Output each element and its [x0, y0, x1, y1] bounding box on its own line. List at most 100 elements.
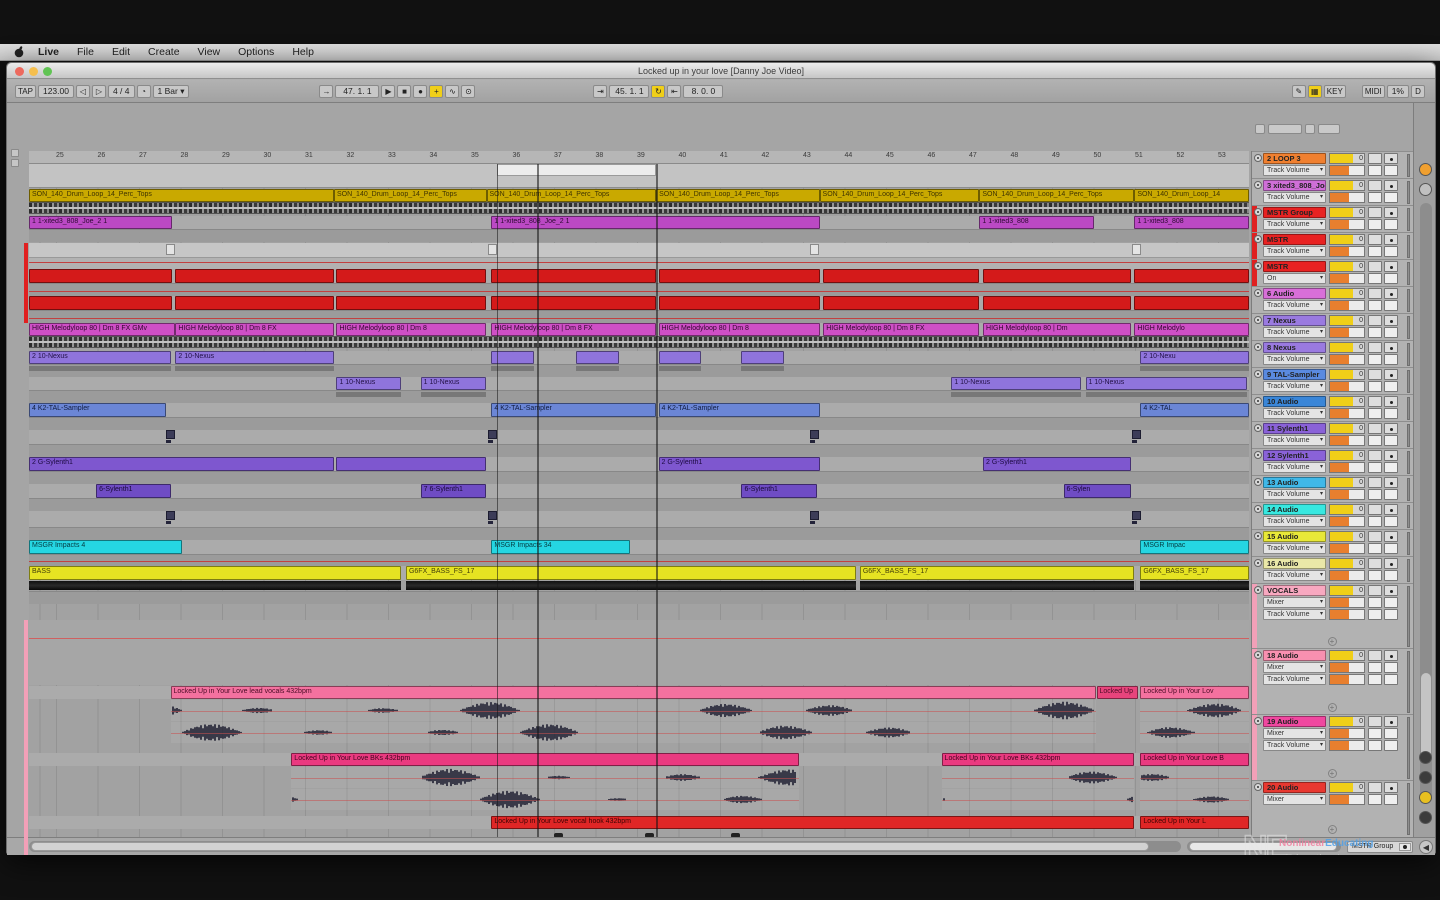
clip[interactable]: SON_140_Drum_Loop_14_Perc_Tops	[820, 189, 980, 202]
corner-icon[interactable]	[11, 149, 19, 157]
track-header[interactable]: MSTR Group0Track Volume▾	[1252, 205, 1413, 232]
group-clip-marker[interactable]	[1132, 244, 1141, 255]
automation-control-chooser[interactable]: Track Volume▾	[1263, 300, 1326, 311]
track-row[interactable]	[29, 296, 1249, 310]
menu-item-view[interactable]: View	[189, 46, 230, 58]
track-header[interactable]: VOCALS0Mixer▾Track Volume▾+	[1252, 583, 1413, 648]
automation-value-slider[interactable]	[1329, 354, 1365, 365]
clip[interactable]: Locked Up in Your Love vocal hook 432bpm	[491, 816, 1134, 829]
track-volume-slider[interactable]: 0	[1329, 234, 1365, 245]
small-clip[interactable]	[166, 511, 175, 520]
vocal-waveform[interactable]	[171, 700, 1097, 721]
small-clip[interactable]	[810, 430, 819, 439]
clip[interactable]	[823, 296, 979, 310]
lane-button[interactable]	[1368, 516, 1382, 527]
clip[interactable]: MSGR Impacts 4	[29, 540, 182, 554]
panel-scrollbar[interactable]	[1187, 841, 1341, 852]
lane-button[interactable]	[1368, 794, 1382, 805]
clip[interactable]: 1 10-Nexus	[951, 377, 1080, 390]
clip[interactable]: SON_140_Drum_Loop_14_Perc_Tops	[334, 189, 487, 202]
group-clip-marker[interactable]	[810, 244, 819, 255]
clip[interactable]: 2 10-Nexu	[1140, 351, 1249, 364]
automation-value-slider[interactable]	[1329, 662, 1365, 673]
clip[interactable]: HIGH Melodyloop 80 | Dm 8	[336, 323, 486, 336]
arm-button[interactable]	[1254, 181, 1262, 189]
panel-scrollbar-thumb[interactable]	[1189, 842, 1337, 851]
lane-button[interactable]	[1368, 435, 1382, 446]
track-activator-button[interactable]	[1368, 585, 1382, 596]
overdub-button[interactable]: +	[429, 85, 443, 98]
automation-control-chooser[interactable]: Mixer▾	[1263, 728, 1326, 739]
lane-button[interactable]	[1368, 662, 1382, 673]
track-header[interactable]: 9 TAL-Sampler0Track Volume▾	[1252, 367, 1413, 394]
track-header[interactable]: 10 Audio0Track Volume▾	[1252, 394, 1413, 421]
automation-control-chooser[interactable]: Mixer▾	[1263, 794, 1326, 805]
menu-item-help[interactable]: Help	[283, 46, 323, 58]
arm-button[interactable]	[1254, 651, 1262, 659]
punch-out-button[interactable]: ⇤	[667, 85, 681, 98]
track-activator-button[interactable]	[1368, 396, 1382, 407]
automation-control-chooser[interactable]: Track Volume▾	[1263, 219, 1326, 230]
horizontal-scrollbar-thumb[interactable]	[31, 842, 1149, 851]
automation-control-chooser[interactable]: Mixer▾	[1263, 662, 1326, 673]
vertical-scrollbar[interactable]	[1420, 203, 1432, 803]
automation-value-slider[interactable]	[1329, 192, 1365, 203]
clip[interactable]: SON_140_Drum_Loop_14_Perc_Tops	[656, 189, 819, 202]
punch-in-button[interactable]: ⇥	[593, 85, 607, 98]
automation-value-slider[interactable]	[1329, 435, 1365, 446]
solo-button[interactable]	[1384, 315, 1398, 326]
clip[interactable]	[983, 269, 1131, 283]
track-row[interactable]: 4 K2-TAL-Sampler4 K2-TAL-Sampler4 K2-TAL…	[29, 403, 1249, 417]
clip[interactable]: 4 K2-TAL-Sampler	[659, 403, 820, 417]
solo-button[interactable]	[1384, 585, 1398, 596]
track-row[interactable]: HIGH Melodyloop 80 | Dm 8 FX GMvHIGH Mel…	[29, 323, 1249, 336]
track-row[interactable]	[29, 243, 1249, 269]
clip[interactable]: 1 10-Nexus	[336, 377, 401, 390]
clip[interactable]: 6-Sylenth1	[96, 484, 170, 498]
solo-button[interactable]	[1384, 396, 1398, 407]
clip[interactable]	[659, 296, 820, 310]
solo-button[interactable]	[1384, 261, 1398, 272]
small-clip[interactable]	[488, 511, 497, 520]
track-volume-slider[interactable]: 0	[1329, 261, 1365, 272]
track-name[interactable]: 15 Audio	[1263, 531, 1326, 542]
automation-control-chooser[interactable]: Track Volume▾	[1263, 246, 1326, 257]
stop-button[interactable]: ■	[397, 85, 411, 98]
automation-value-slider[interactable]	[1329, 674, 1365, 685]
automation-value-slider[interactable]	[1329, 597, 1365, 608]
track-row[interactable]	[29, 417, 1249, 430]
clip[interactable]: Locked Up in Your Lov	[1140, 686, 1249, 699]
lane-button[interactable]	[1368, 674, 1382, 685]
zoom-out-button[interactable]	[1419, 751, 1432, 764]
clip[interactable]: HIGH Melodylo	[1134, 323, 1249, 336]
track-row[interactable]	[29, 511, 1249, 527]
clip[interactable]: 6-Sylen	[1064, 484, 1131, 498]
track-header[interactable]: 11 Sylenth10Track Volume▾	[1252, 421, 1413, 448]
track-volume-slider[interactable]: 0	[1329, 423, 1365, 434]
clip[interactable]: Locked Up in Your L	[1140, 816, 1249, 829]
track-volume-slider[interactable]: 0	[1329, 716, 1365, 727]
small-clip[interactable]	[488, 430, 497, 439]
clip[interactable]: HIGH Melodyloop 80 | Dm 8	[659, 323, 820, 336]
solo-button[interactable]	[1384, 342, 1398, 353]
clip[interactable]: SON_140_Drum_Loop_14_Perc_Tops	[979, 189, 1134, 202]
track-row[interactable]	[29, 364, 1249, 377]
clip[interactable]: Locked Up in Your Love BKs 432bpm	[291, 753, 799, 766]
menu-item-file[interactable]: File	[68, 46, 103, 58]
play-button[interactable]: ▶	[381, 85, 395, 98]
clip[interactable]: 4 K2-TAL-Sampler	[491, 403, 656, 417]
lane-button[interactable]	[1384, 462, 1398, 473]
track-name[interactable]: 6 Audio	[1263, 288, 1326, 299]
add-lane-button[interactable]: +	[1328, 637, 1337, 646]
automation-value-slider[interactable]	[1329, 300, 1365, 311]
stop-all-clips-button[interactable]	[1419, 183, 1432, 196]
track-header[interactable]: MSTR0Track Volume▾	[1252, 232, 1413, 259]
lane-button[interactable]	[1368, 570, 1382, 581]
automation-value-slider[interactable]	[1329, 489, 1365, 500]
loop-brace[interactable]	[497, 164, 656, 176]
horizontal-scrollbar[interactable]	[29, 841, 1181, 852]
lane-button[interactable]	[1384, 327, 1398, 338]
arrangement-position-field[interactable]: 47. 1. 1	[335, 85, 379, 98]
automation-control-chooser[interactable]: Track Volume▾	[1263, 674, 1326, 685]
automation-control-chooser[interactable]: Mixer▾	[1263, 597, 1326, 608]
